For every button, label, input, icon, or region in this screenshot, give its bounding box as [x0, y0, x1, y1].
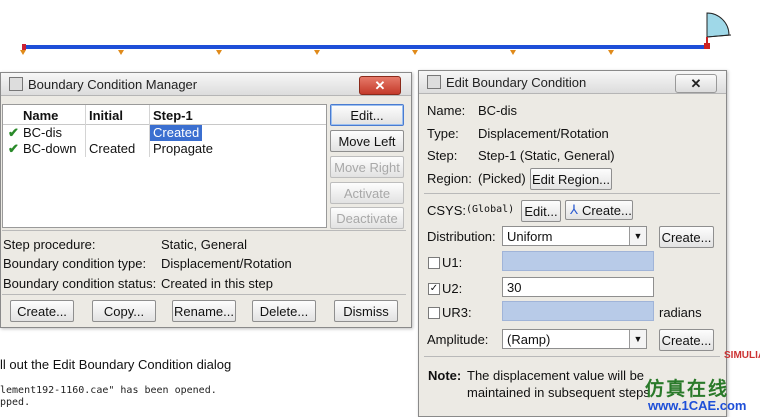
- u1-input: [502, 251, 654, 271]
- row-name: BC-down: [23, 141, 77, 156]
- dismiss-button[interactable]: Dismiss: [334, 300, 398, 322]
- prompt-text: ll out the Edit Boundary Condition dialo…: [0, 357, 232, 372]
- csys-edit-button[interactable]: Edit...: [521, 200, 561, 222]
- amplitude-create-button[interactable]: Create...: [659, 329, 714, 351]
- edit-button[interactable]: Edit...: [330, 104, 404, 126]
- region-label: Region:: [427, 171, 472, 186]
- amplitude-value: (Ramp): [507, 332, 551, 347]
- step-label: Step:: [427, 148, 458, 163]
- bcm-titlebar[interactable]: Boundary Condition Manager: [1, 73, 411, 96]
- edit-region-button[interactable]: Edit Region...: [530, 168, 612, 190]
- csys-value: (Global): [466, 204, 515, 215]
- copy-button[interactable]: Copy...: [92, 300, 156, 322]
- u2-checkbox[interactable]: ✓: [428, 283, 440, 295]
- console-line: pped.: [0, 397, 31, 408]
- move-right-button[interactable]: Move Right: [330, 156, 404, 178]
- col-header-step1[interactable]: Step-1: [153, 108, 193, 123]
- watermark-cn-text: 仿真在线: [645, 379, 730, 400]
- csys-create-label: Create...: [581, 202, 632, 218]
- delete-button[interactable]: Delete...: [252, 300, 316, 322]
- step-procedure-label: Step procedure:: [3, 237, 96, 252]
- ur3-input: [502, 301, 654, 321]
- csys-label: CSYS:: [427, 203, 467, 218]
- u1-label: U1:: [442, 255, 463, 270]
- amplitude-label: Amplitude:: [427, 332, 489, 347]
- bc-list[interactable]: Name Initial Step-1 ✔ BC-dis Created ✔ B…: [2, 104, 327, 228]
- ur3-checkbox[interactable]: [428, 307, 440, 319]
- distribution-value: Uniform: [507, 229, 553, 244]
- row-step1-cell[interactable]: Created: [150, 125, 203, 141]
- region-value: (Picked): [478, 171, 526, 186]
- table-row[interactable]: ✔ BC-down Created Propagate: [3, 141, 326, 157]
- boundary-marker: [118, 50, 125, 57]
- ur3-label: UR3:: [442, 305, 472, 320]
- axis-triad-icon: [704, 12, 732, 49]
- beam-part[interactable]: [26, 45, 704, 49]
- console-line: lement192-1160.cae" has been opened.: [0, 385, 217, 396]
- u1-checkbox[interactable]: [428, 257, 440, 269]
- bc-type-label: Boundary condition type:: [3, 256, 147, 271]
- model-viewport[interactable]: [0, 0, 760, 64]
- note-line-1: The displacement value will be: [467, 368, 645, 383]
- u2-label: U2:: [442, 281, 463, 296]
- name-value: BC-dis: [478, 103, 518, 118]
- message-console: lement192-1160.cae" has been opened. ppe…: [0, 377, 416, 415]
- row-step1-cell[interactable]: Propagate: [153, 141, 213, 157]
- boundary-marker: [314, 50, 321, 57]
- boundary-marker: [412, 50, 419, 57]
- name-label: Name:: [427, 103, 466, 118]
- boundary-marker: [510, 50, 517, 57]
- type-label: Type:: [427, 126, 459, 141]
- col-header-initial[interactable]: Initial: [89, 108, 123, 123]
- step-value: Step-1 (Static, General): [478, 148, 615, 163]
- step-procedure-value: Static, General: [161, 237, 247, 252]
- watermark-url-text: www.1CAE.com: [648, 398, 747, 413]
- note-label: Note:: [428, 368, 462, 383]
- distribution-label: Distribution:: [427, 229, 496, 244]
- active-check-icon: ✔: [8, 141, 19, 156]
- note-line-2: maintained in subsequent steps: [467, 385, 650, 400]
- col-header-name[interactable]: Name: [23, 108, 58, 123]
- ebc-title: Edit Boundary Condition: [446, 74, 587, 90]
- csys-axes-icon: ⅄: [570, 202, 578, 217]
- watermark: 仿真在线 www.1CAE.com: [640, 374, 758, 414]
- table-row[interactable]: ✔ BC-dis Created: [3, 125, 326, 141]
- window-icon: [427, 75, 441, 89]
- deactivate-button[interactable]: Deactivate: [330, 207, 404, 229]
- create-button[interactable]: Create...: [10, 300, 74, 322]
- boundary-marker: [20, 50, 27, 57]
- row-initial: Created: [89, 141, 136, 156]
- active-check-icon: ✔: [8, 125, 19, 140]
- chevron-down-icon[interactable]: ▼: [629, 227, 646, 245]
- row-name: BC-dis: [23, 125, 63, 140]
- move-left-button[interactable]: Move Left: [330, 130, 404, 152]
- simulia-logo: SIMULIA: [724, 350, 760, 361]
- distribution-select[interactable]: Uniform ▼: [502, 226, 647, 246]
- ur3-unit: radians: [659, 305, 702, 320]
- bc-type-value: Displacement/Rotation: [161, 256, 292, 271]
- close-icon[interactable]: ✕: [675, 74, 717, 93]
- bcm-title: Boundary Condition Manager: [28, 76, 198, 92]
- bc-status-value: Created in this step: [161, 276, 274, 291]
- window-icon: [9, 77, 23, 91]
- chevron-down-icon[interactable]: ▼: [629, 330, 646, 348]
- boundary-marker: [216, 50, 223, 57]
- type-value: Displacement/Rotation: [478, 126, 609, 141]
- rename-button[interactable]: Rename...: [172, 300, 236, 322]
- close-icon[interactable]: ✕: [359, 76, 401, 95]
- amplitude-select[interactable]: (Ramp) ▼: [502, 329, 647, 349]
- csys-create-button[interactable]: ⅄ Create...: [565, 200, 633, 220]
- boundary-marker: [608, 50, 615, 57]
- bc-status-label: Boundary condition status:: [3, 276, 157, 291]
- activate-button[interactable]: Activate: [330, 182, 404, 204]
- u2-input[interactable]: 30: [502, 277, 654, 297]
- distribution-create-button[interactable]: Create...: [659, 226, 714, 248]
